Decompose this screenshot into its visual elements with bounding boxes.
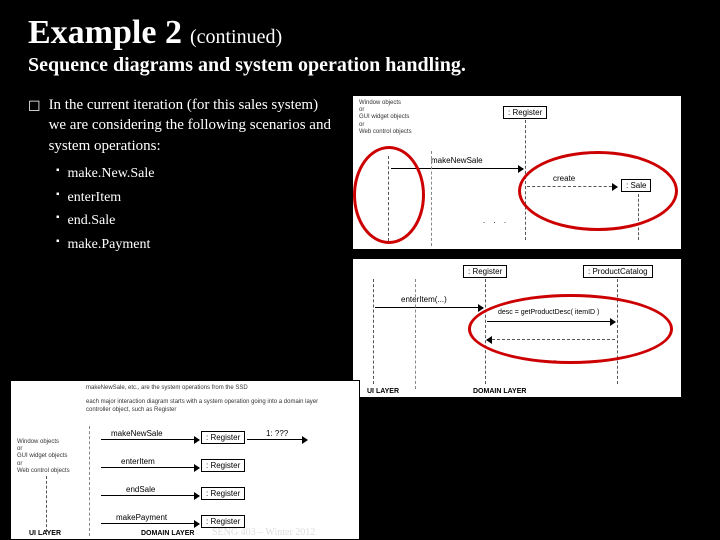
sequence-diagram-overview: makeNewSale, etc., are the system operat… xyxy=(10,380,360,540)
diagram-note: makeNewSale, etc., are the system operat… xyxy=(86,385,336,414)
msg-enteritem: enterItem(...) xyxy=(401,295,447,304)
lifeline-register: : Register xyxy=(201,431,245,444)
create-arrow xyxy=(527,186,617,187)
bullet-item: enterItem xyxy=(68,186,122,210)
msg-unknown: 1: ??? xyxy=(266,429,288,438)
highlight-ellipse xyxy=(468,294,673,364)
msg-getproductdesc: desc = getProductDesc( itemID ) xyxy=(498,309,599,316)
title-continued: (continued) xyxy=(190,26,282,49)
lifeline-line xyxy=(373,279,374,384)
bullet-icon: ▪ xyxy=(56,186,60,210)
bullet-icon: ▪ xyxy=(56,209,60,233)
lifeline-sale: : Sale xyxy=(621,179,651,192)
message-arrow xyxy=(101,439,199,440)
lifeline-line xyxy=(617,279,618,384)
return-arrow xyxy=(487,339,615,340)
lifeline-line xyxy=(485,279,486,384)
footer-text: SENG 403 – Winter 2012 xyxy=(212,527,315,538)
ellipsis: . . . xyxy=(483,216,509,225)
bullet-item: end.Sale xyxy=(68,209,116,233)
lifeline-register: : Register xyxy=(201,459,245,472)
layer-divider xyxy=(431,151,432,246)
msg-endsale: endSale xyxy=(126,485,155,494)
bullet-item: make.New.Sale xyxy=(68,162,155,186)
highlight-ellipse xyxy=(518,151,678,231)
lifeline-register: : Register xyxy=(463,265,507,278)
lifeline-line xyxy=(525,120,526,240)
ui-layer-label: UI LAYER xyxy=(367,388,399,395)
ui-layer-label: UI LAYER xyxy=(29,530,61,537)
sequence-diagram-enteritem: : Register : ProductCatalog enterItem(..… xyxy=(352,258,682,398)
sequence-diagram-makenewsale: Window objects or GUI widget objects or … xyxy=(352,95,682,250)
subtitle: Sequence diagrams and system operation h… xyxy=(28,54,692,77)
actor-label: Window objects or GUI widget objects or … xyxy=(17,439,77,475)
ellipsis: . . . xyxy=(533,354,559,363)
text-column: ☐ In the current iteration (for this sal… xyxy=(28,95,338,398)
actor-label: Window objects or GUI widget objects or … xyxy=(359,100,419,136)
domain-layer-label: DOMAIN LAYER xyxy=(141,530,194,537)
lifeline-register: : Register xyxy=(201,487,245,500)
msg-makenewsale: makeNewSale xyxy=(111,429,163,438)
bullet-item: make.Payment xyxy=(68,233,151,257)
layer-divider xyxy=(415,279,416,389)
msg-makepayment: makePayment xyxy=(116,513,167,522)
lifeline-productcatalog: : ProductCatalog xyxy=(583,265,653,278)
intro-text: In the current iteration (for this sales… xyxy=(49,95,338,156)
lifeline-line xyxy=(638,194,639,240)
highlight-ellipse xyxy=(353,146,425,244)
message-arrow xyxy=(101,523,199,524)
message-arrow xyxy=(487,321,615,322)
msg-makenewsale: makeNewSale xyxy=(431,156,483,165)
domain-layer-label: DOMAIN LAYER xyxy=(473,388,526,395)
message-arrow xyxy=(391,168,523,169)
lifeline-line xyxy=(46,476,47,532)
message-arrow xyxy=(101,495,199,496)
message-arrow xyxy=(247,439,307,440)
title-main: Example 2 xyxy=(28,14,182,52)
message-arrow xyxy=(375,307,483,308)
msg-create: create xyxy=(553,174,575,183)
layer-divider xyxy=(89,426,90,536)
msg-enteritem: enterItem xyxy=(121,457,155,466)
bullet-icon: ▪ xyxy=(56,233,60,257)
bullet-icon: ▪ xyxy=(56,162,60,186)
lifeline-register: : Register xyxy=(503,106,547,119)
message-arrow xyxy=(101,467,199,468)
lifeline-line xyxy=(388,156,389,241)
checkbox-icon: ☐ xyxy=(28,95,41,156)
